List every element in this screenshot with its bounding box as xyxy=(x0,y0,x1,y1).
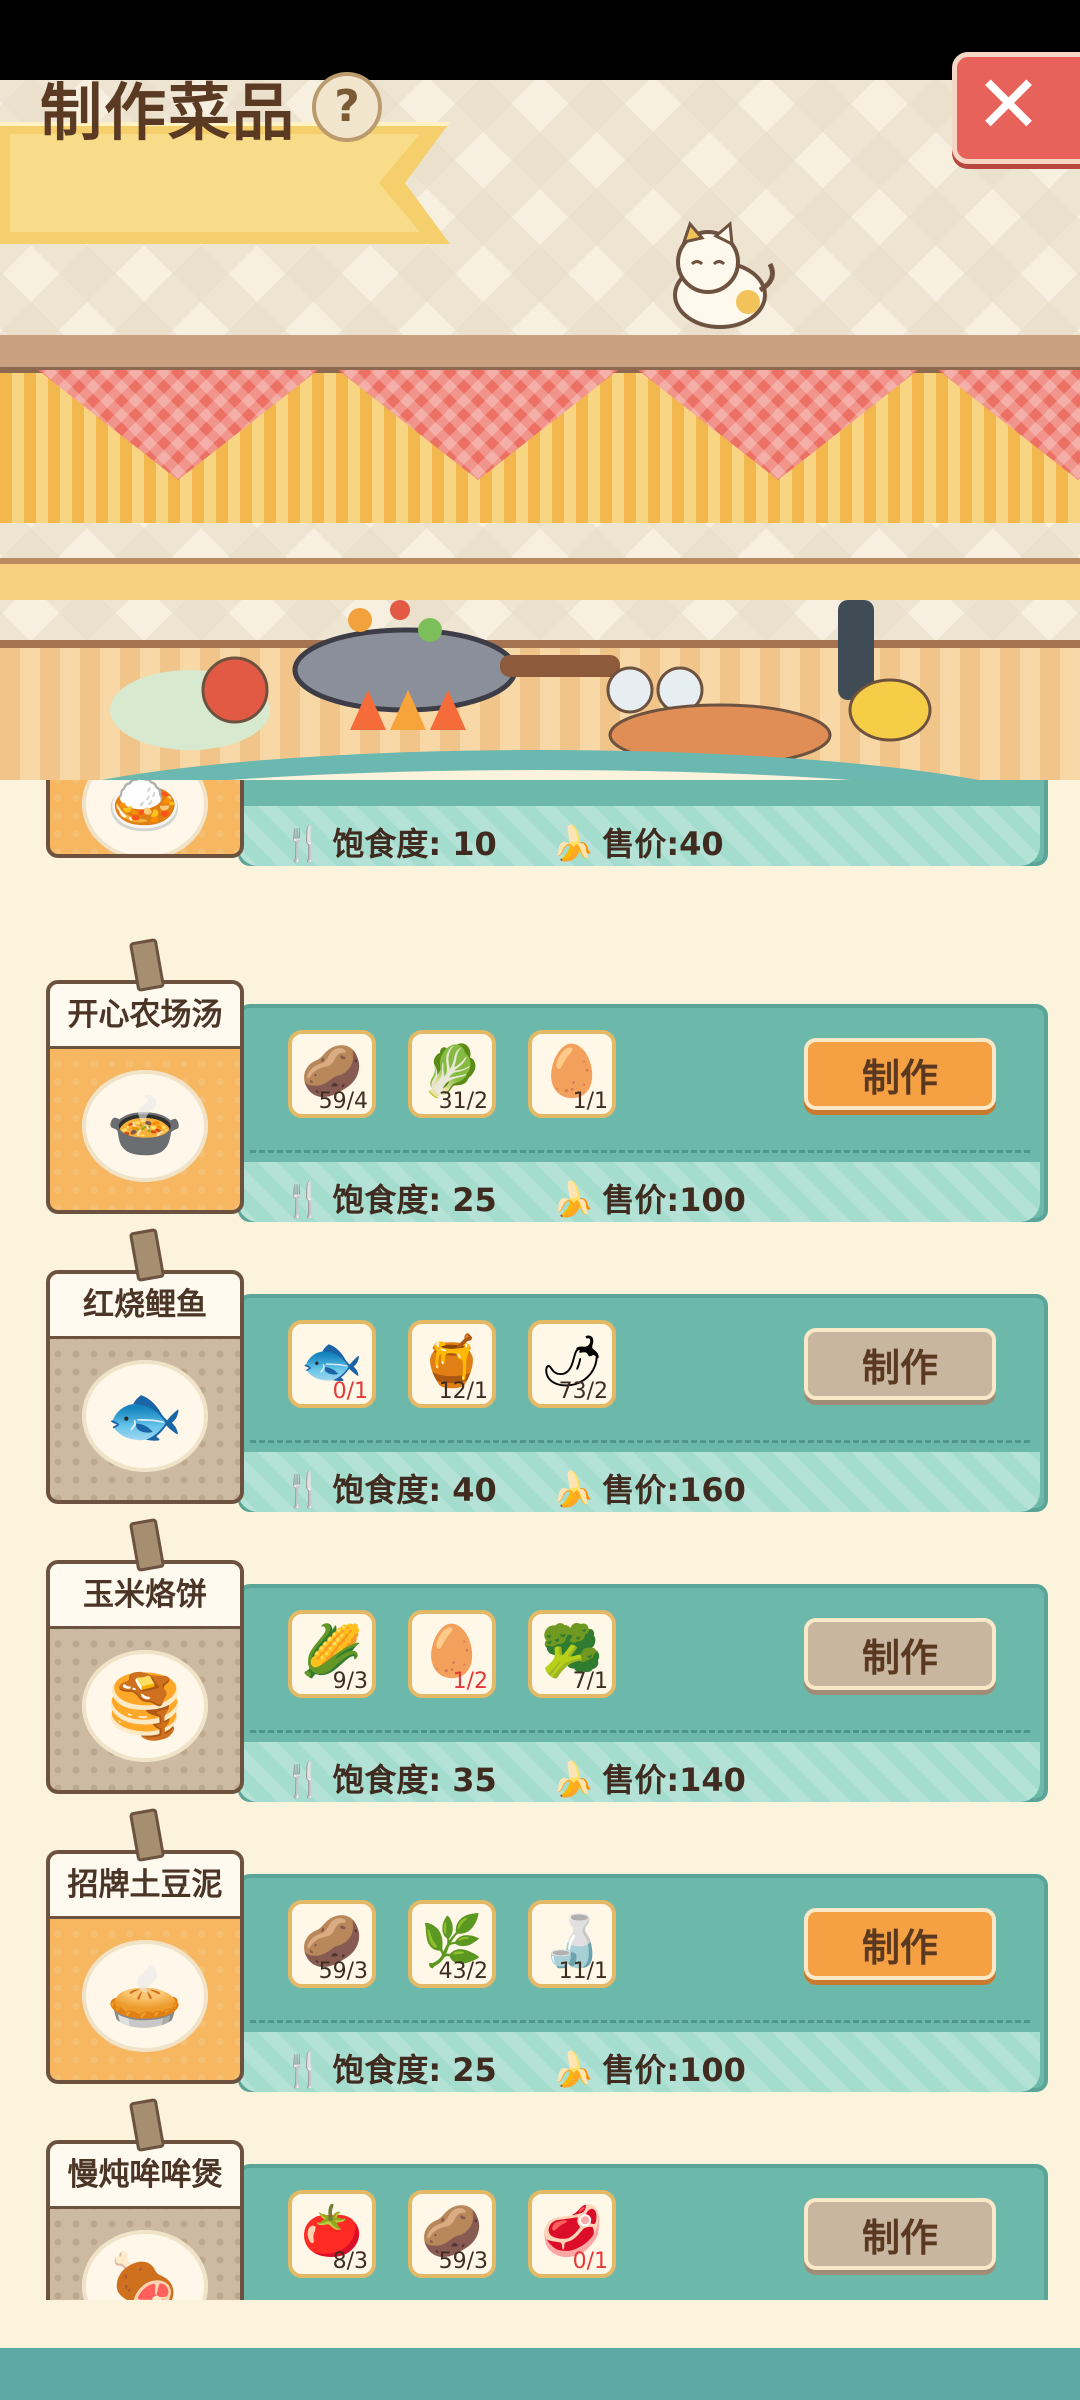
make-button[interactable]: 制作 xyxy=(804,2198,996,2270)
fullness-stat: 🍴 饱食度: 25 xyxy=(282,1180,497,1220)
ingredient-count: 9/3 xyxy=(332,1669,368,1694)
price-stat: 🍌 售价:100 xyxy=(552,1180,746,1220)
price-value: 售价:160 xyxy=(602,1471,746,1509)
recipe-name: 开心农场汤 xyxy=(50,984,240,1049)
dish-icon: 🍛 xyxy=(82,780,208,854)
ingredient-slot[interactable]: 🌶 73/2 xyxy=(528,1320,616,1408)
make-button[interactable]: 制作 xyxy=(804,1618,996,1690)
price-value: 售价:100 xyxy=(602,1181,746,1219)
utensils-icon: 🍴 xyxy=(282,824,325,864)
fullness-stat: 🍴 饱食度: 35 xyxy=(282,1760,497,1800)
ingredient-slot[interactable]: 🥚 1/1 xyxy=(528,1030,616,1118)
ingredient-count: 73/2 xyxy=(558,1379,608,1404)
ingredient-slot[interactable]: 🥦 7/1 xyxy=(528,1610,616,1698)
recipe-name: 玉米烙饼 xyxy=(50,1564,240,1629)
price-stat: 🍌 售价:100 xyxy=(552,2050,746,2090)
banana-icon: 🍌 xyxy=(552,1470,595,1510)
page-title: 制作菜品 xyxy=(40,76,297,149)
dish-icon: 🍲 xyxy=(82,1070,208,1182)
ingredient-count: 0/1 xyxy=(572,2249,608,2274)
banana-icon: 🍌 xyxy=(552,2050,595,2090)
ingredient-count: 8/3 xyxy=(332,2249,368,2274)
utensils-icon: 🍴 xyxy=(282,1760,325,1800)
ingredient-count: 11/1 xyxy=(558,1959,608,1984)
ingredient-slot[interactable]: 🥔 59/4 xyxy=(288,1030,376,1118)
recipe-thumbnail[interactable]: 招牌土豆泥 🥧 xyxy=(46,1850,244,2084)
price-value: 售价:140 xyxy=(602,1761,746,1799)
dish-icon: 🥧 xyxy=(82,1940,208,2052)
fullness-value: 饱食度: 35 xyxy=(332,1761,497,1799)
recipe-list[interactable]: 🍛 🍴 饱食度: 10 🍌 售价:40 开心农场汤 🍲 🥔 59/4 🥬 31/2 🥚 1/1 制作… xyxy=(0,780,1080,2300)
ingredient-count: 43/2 xyxy=(438,1959,488,1984)
ingredient-slot[interactable]: 🥔 59/3 xyxy=(408,2190,496,2278)
fullness-value: 饱食度: 25 xyxy=(332,1181,497,1219)
banana-icon: 🍌 xyxy=(552,1180,595,1220)
ingredient-count: 1/1 xyxy=(572,1089,608,1114)
fullness-stat: 🍴 饱食度: 10 xyxy=(282,824,497,864)
make-button[interactable]: 制作 xyxy=(804,1328,996,1400)
ingredient-count: 59/3 xyxy=(318,1959,368,1984)
ingredient-count: 12/1 xyxy=(438,1379,488,1404)
fullness-stat: 🍴 饱食度: 40 xyxy=(282,1470,497,1510)
utensils-icon: 🍴 xyxy=(282,1180,325,1220)
fullness-stat: 🍴 饱食度: 25 xyxy=(282,2050,497,2090)
price-stat: 🍌 售价:140 xyxy=(552,1760,746,1800)
ingredient-count: 0/1 xyxy=(332,1379,368,1404)
fullness-value: 饱食度: 40 xyxy=(332,1471,497,1509)
ingredient-slot[interactable]: 🥔 59/3 xyxy=(288,1900,376,1988)
dish-icon: 🥞 xyxy=(82,1650,208,1762)
cat-icon xyxy=(673,220,775,329)
dish-icon: 🐟 xyxy=(82,1360,208,1472)
recipe-card: 红烧鲤鱼 🐟 🐟 0/1 🍯 12/1 🌶 73/2 制作 🍴 饱食度: 40 🍌 售价:160 xyxy=(0,1227,1080,1512)
help-icon[interactable]: ? xyxy=(312,72,382,142)
recipe-card: 招牌土豆泥 🥧 🥔 59/3 🌿 43/2 🍶 11/1 制作 🍴 饱食度: 25 🍌 售价:100 xyxy=(0,1807,1080,2092)
recipe-card-partial: 🍛 🍴 饱食度: 10 🍌 售价:40 xyxy=(0,780,1080,866)
ingredient-count: 59/4 xyxy=(318,1089,368,1114)
banana-icon: 🍌 xyxy=(552,824,595,864)
ingredient-slot[interactable]: 🍶 11/1 xyxy=(528,1900,616,1988)
ingredient-slot[interactable]: 🥩 0/1 xyxy=(528,2190,616,2278)
dish-icon: 🍖 xyxy=(82,2230,208,2300)
ingredient-slot[interactable]: 🥬 31/2 xyxy=(408,1030,496,1118)
recipe-card: 玉米烙饼 🥞 🌽 9/3 🥚 1/2 🥦 7/1 制作 🍴 饱食度: 35 🍌 售价:140 xyxy=(0,1517,1080,1802)
recipe-card: 开心农场汤 🍲 🥔 59/4 🥬 31/2 🥚 1/1 制作 🍴 饱食度: 25 🍌 售价:100 xyxy=(0,937,1080,1222)
ingredient-count: 59/3 xyxy=(438,2249,488,2274)
make-button[interactable]: 制作 xyxy=(804,1908,996,1980)
utensils-icon: 🍴 xyxy=(282,2050,325,2090)
recipe-name: 招牌土豆泥 xyxy=(50,1854,240,1919)
ingredient-count: 7/1 xyxy=(572,1669,608,1694)
kitchen-header-scene xyxy=(0,80,1080,780)
recipe-thumbnail[interactable]: 玉米烙饼 🥞 xyxy=(46,1560,244,1794)
recipe-thumbnail[interactable]: 开心农场汤 🍲 xyxy=(46,980,244,1214)
banana-icon: 🍌 xyxy=(552,1760,595,1800)
ingredient-slot[interactable]: 🌿 43/2 xyxy=(408,1900,496,1988)
ingredient-count: 1/2 xyxy=(452,1669,488,1694)
ingredient-slot[interactable]: 🌽 9/3 xyxy=(288,1610,376,1698)
recipe-thumbnail[interactable]: 慢炖哞哞煲 🍖 xyxy=(46,2140,244,2300)
fullness-value: 饱食度: 25 xyxy=(332,2051,497,2089)
recipe-name: 慢炖哞哞煲 xyxy=(50,2144,240,2209)
ingredient-slot[interactable]: 🍅 8/3 xyxy=(288,2190,376,2278)
recipe-thumbnail[interactable]: 红烧鲤鱼 🐟 xyxy=(46,1270,244,1504)
close-button[interactable]: ✕ xyxy=(952,52,1080,164)
ingredient-slot[interactable]: 🥚 1/2 xyxy=(408,1610,496,1698)
ingredient-slot[interactable]: 🐟 0/1 xyxy=(288,1320,376,1408)
close-icon: ✕ xyxy=(975,58,1043,151)
ingredient-count: 31/2 xyxy=(438,1089,488,1114)
ingredient-slot[interactable]: 🍯 12/1 xyxy=(408,1320,496,1408)
make-button[interactable]: 制作 xyxy=(804,1038,996,1110)
cooking-wok-illustration xyxy=(110,600,932,760)
bottom-bar xyxy=(0,2348,1080,2400)
utensils-icon: 🍴 xyxy=(282,1470,325,1510)
price-stat: 🍌 售价:40 xyxy=(552,824,724,864)
price-value: 售价:100 xyxy=(602,2051,746,2089)
recipe-name: 红烧鲤鱼 xyxy=(50,1274,240,1339)
shelf xyxy=(0,335,1080,373)
recipe-card: 慢炖哞哞煲🍖🍅8/3🥔59/3🥩0/1制作🍴饱食度: 35🍌售价:140 xyxy=(0,2097,1080,2300)
recipe-thumbnail[interactable]: 🍛 xyxy=(46,780,244,858)
price-stat: 🍌 售价:160 xyxy=(552,1470,746,1510)
